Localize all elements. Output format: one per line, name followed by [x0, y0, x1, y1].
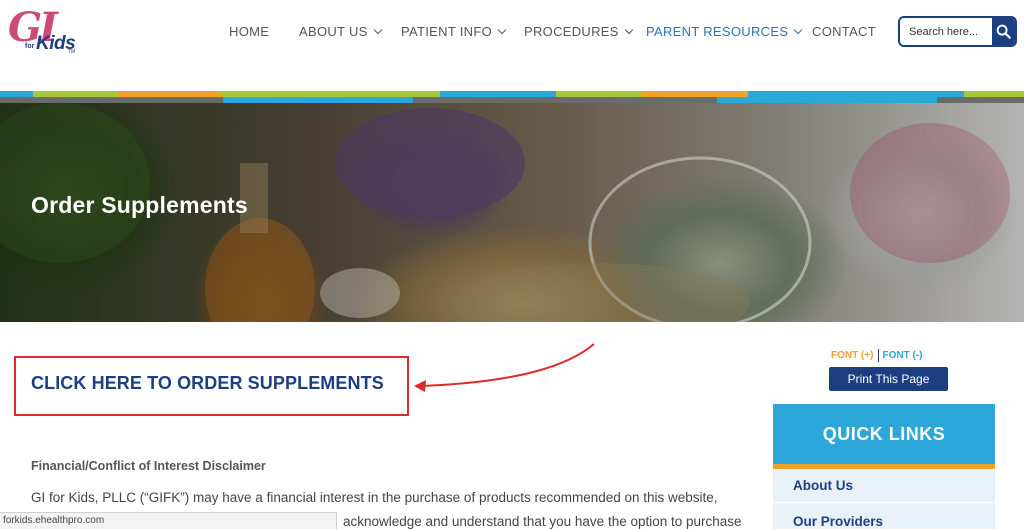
nav-label: PARENT RESOURCES [646, 24, 789, 39]
annotation-arrow-icon [414, 343, 595, 392]
font-increase-button[interactable]: FONT (+) [831, 350, 874, 361]
quick-links-list: About Us Our Providers [773, 469, 995, 529]
font-decrease-button[interactable]: FONT (-) [883, 350, 923, 361]
hero-banner: Order Supplements [0, 103, 1024, 322]
font-size-controls: FONT (+) FONT (-) [831, 349, 923, 362]
nav-item-patient-info[interactable]: PATIENT INFO [401, 24, 507, 39]
disclaimer-heading: Financial/Conflict of Interest Disclaime… [31, 459, 266, 473]
print-page-button[interactable]: Print This Page [829, 367, 948, 391]
disclaimer-paragraph-line: acknowledge and understand that you have… [343, 514, 742, 529]
quick-link-about-us[interactable]: About Us [793, 478, 853, 493]
site-header: GI for Kids TM HOME ABOUT US PATIENT INF… [0, 0, 1024, 91]
quick-links-divider [773, 502, 995, 503]
nav-label: PROCEDURES [524, 24, 619, 39]
nav-item-about-us[interactable]: ABOUT US [299, 24, 382, 39]
search-button[interactable] [992, 18, 1015, 45]
nav-item-procedures[interactable]: PROCEDURES [524, 24, 633, 39]
search-icon [996, 24, 1011, 39]
disclaimer-paragraph-line: GI for Kids, PLLC (“GIFK”) may have a fi… [31, 490, 718, 505]
chevron-down-icon [624, 25, 633, 34]
nav-item-home[interactable]: HOME [229, 24, 269, 39]
logo-for-text: for [25, 43, 35, 50]
nav-label: PATIENT INFO [401, 24, 492, 39]
chevron-down-icon [373, 25, 382, 34]
quick-link-our-providers[interactable]: Our Providers [793, 514, 883, 529]
site-logo[interactable]: GI for Kids TM [6, 6, 78, 58]
font-controls-divider [877, 349, 879, 362]
nav-label: HOME [229, 24, 270, 39]
logo-tm-text: TM [68, 49, 76, 55]
chevron-down-icon [794, 25, 803, 34]
nav-label: CONTACT [812, 24, 876, 39]
nav-item-parent-resources[interactable]: PARENT RESOURCES [646, 24, 803, 39]
nav-label: ABOUT US [299, 24, 368, 39]
search-input[interactable] [900, 18, 992, 45]
nav-item-contact[interactable]: CONTACT [812, 24, 876, 39]
search-box [898, 16, 1017, 47]
browser-status-url: forkids.ehealthpro.com [0, 512, 337, 529]
chevron-down-icon [497, 25, 507, 34]
order-supplements-link[interactable]: CLICK HERE TO ORDER SUPPLEMENTS [31, 373, 384, 394]
quick-links-heading: QUICK LINKS [773, 404, 995, 464]
page-title: Order Supplements [31, 192, 248, 218]
